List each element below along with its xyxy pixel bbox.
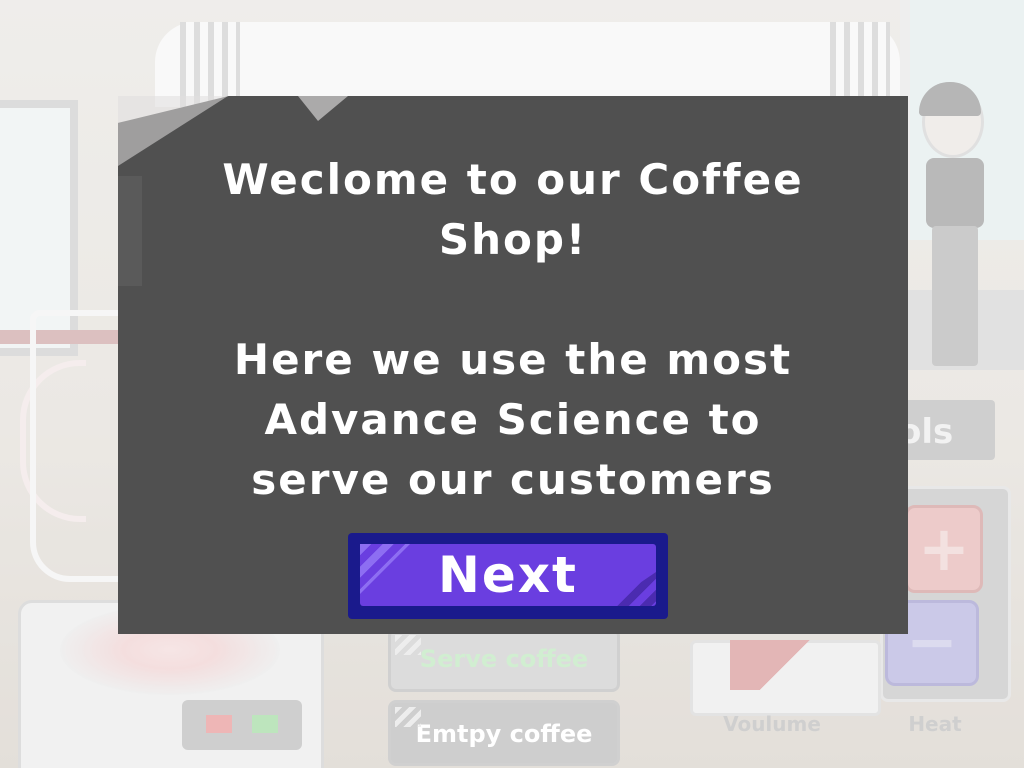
dialog-title-line-1: Weclome to our Coffee [222,155,804,204]
dialog-body-line-2: Advance Science to [264,395,762,444]
dialog-body-line-3: serve our customers [251,455,775,504]
dialog-message: Weclome to our Coffee Shop! Here we use … [160,150,866,510]
dialog-spacer [160,270,866,330]
game-stage: ols + − Voulume Heat Serve coffee Emtpy … [0,0,1024,768]
dialog-title-line-2: Shop! [438,215,588,264]
dialog-body-line-1: Here we use the most [233,335,793,384]
next-button-label[interactable]: Next [360,544,656,606]
